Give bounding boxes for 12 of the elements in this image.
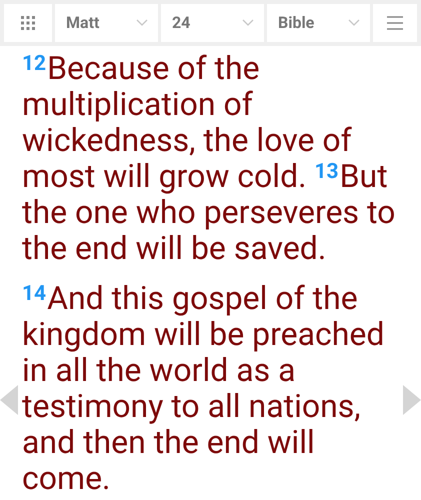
chapter-select[interactable]: 24 [161, 4, 264, 42]
grid-icon [21, 16, 35, 30]
chevron-down-icon [136, 19, 148, 27]
chevron-down-icon [242, 19, 254, 27]
book-select[interactable]: Matt [55, 4, 158, 42]
menu-button[interactable] [373, 4, 417, 42]
menu-icon [387, 16, 403, 30]
version-select[interactable]: Bible [267, 4, 370, 42]
verse-paragraph: $^{12}$Because of the multiplication of wickedness, the love of most will grow cold. $^{13}$ But the one who perseveres to the end will be saved. [22, 50, 396, 266]
verse-paragraph: $^{14}$And this gospel of the kingdom will be preached in all the world as a testimony to all nations, and then the end will come. [22, 280, 386, 496]
grid-button[interactable] [4, 4, 52, 42]
chevron-down-icon [348, 19, 360, 27]
